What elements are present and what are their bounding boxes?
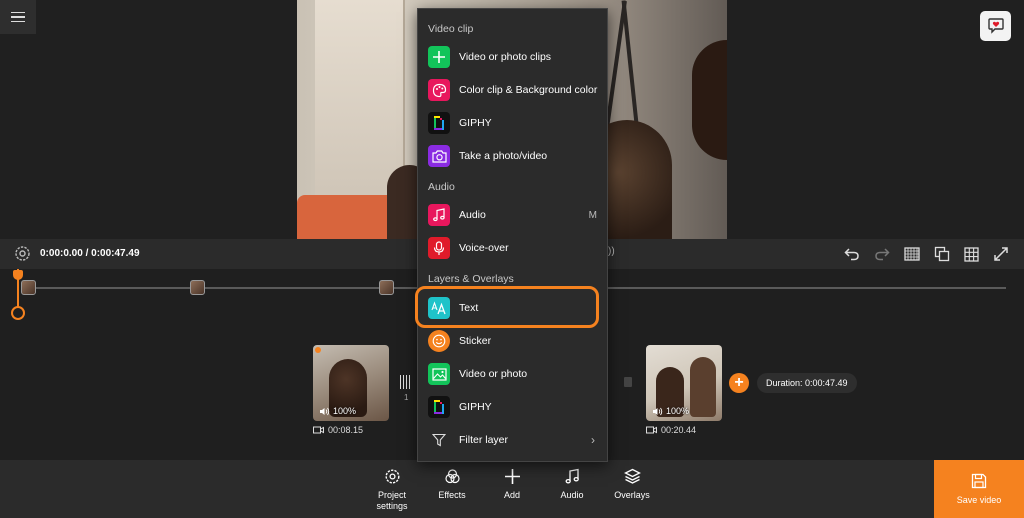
transition-number: 1 [404,393,409,402]
section-header-layers-overlays: Layers & Overlays [428,273,514,285]
menu-item-sticker[interactable]: Sticker [418,325,607,357]
menu-item-take-photo-video[interactable]: Take a photo/video [418,140,607,172]
add-button[interactable]: Add [484,468,540,501]
redo-button[interactable] [873,245,891,263]
bottom-toolbar: Project settings Effects Add Audio Overl… [0,460,1024,518]
fullscreen-button[interactable] [992,245,1010,263]
settings-icon[interactable] [14,245,31,262]
gear-icon [384,469,400,484]
effects-button[interactable]: Effects [424,468,480,501]
project-settings-button[interactable]: Project settings [364,468,420,512]
menu-item-giphy-overlay[interactable]: GIPHY [418,391,607,423]
video-camera-icon [313,426,324,434]
audio-button[interactable]: Audio [544,468,600,501]
speaker-icon [320,407,330,415]
checker-grid-icon [904,247,920,261]
floppy-disk-icon [971,473,987,489]
plus-icon [428,46,450,68]
plus-icon: + [734,374,744,391]
effects-icon [444,469,460,484]
giphy-icon [428,396,450,418]
overlays-button[interactable]: Overlays [604,468,660,501]
grid-button[interactable] [962,245,980,263]
playhead-knob[interactable] [11,306,25,320]
camera-icon [428,145,450,167]
chevron-right-icon: › [591,433,595,447]
volume-icon[interactable]: )) [608,246,615,257]
add-menu: Video clip Video or photo clips Color cl… [417,8,608,462]
shortcut-label: M [588,209,597,221]
undo-button[interactable] [843,245,861,263]
speaker-icon [653,407,663,415]
timeline-marker[interactable] [190,280,205,295]
add-clip-button[interactable]: + [729,373,749,393]
menu-item-color-clip[interactable]: Color clip & Background color [418,74,607,106]
menu-item-filter-layer[interactable]: Filter layer › [418,424,607,456]
heart-speech-icon [987,18,1004,34]
video-camera-icon [646,426,657,434]
clip-thumbnail[interactable]: 100% [313,345,389,421]
layers-icon [623,468,641,484]
redo-icon [875,248,890,261]
duration-badge: Duration: 0:00:47.49 [757,373,857,393]
time-display: 0:00:0.00 / 0:00:47.49 [40,248,140,259]
giphy-icon [428,112,450,134]
image-icon [428,363,450,385]
aspect-ratio-button[interactable] [903,245,921,263]
music-note-icon [428,204,450,226]
menu-item-voice-over[interactable]: Voice-over [418,232,607,264]
playhead-handle[interactable] [13,270,23,280]
section-header-video-clip: Video clip [428,23,474,35]
timeline-marker[interactable] [379,280,394,295]
microphone-icon [428,237,450,259]
palette-icon [428,79,450,101]
clip-volume[interactable]: 100% [319,406,356,416]
menu-item-video-or-photo-clips[interactable]: Video or photo clips [418,41,607,73]
copy-button[interactable] [933,245,951,263]
transition-button[interactable] [400,375,412,389]
feedback-button[interactable] [980,11,1011,41]
highlight-ring [415,286,599,328]
grid-icon [963,246,979,262]
expand-icon [994,247,1008,261]
plus-icon [504,469,520,484]
clip-thumbnail[interactable]: 100% [646,345,722,421]
save-video-button[interactable]: Save video [934,460,1024,518]
undo-icon [844,248,859,261]
music-note-icon [565,468,579,484]
smiley-icon [428,330,450,352]
filter-icon [428,429,450,451]
section-header-audio: Audio [428,181,455,193]
transition-button[interactable] [624,377,632,387]
menu-item-giphy[interactable]: GIPHY [418,107,607,139]
clip-duration: 00:20.44 [646,425,696,435]
menu-icon[interactable] [0,0,36,34]
menu-item-audio[interactable]: Audio M [418,199,607,231]
copy-icon [934,246,950,262]
timeline-marker[interactable] [21,280,36,295]
clip-duration: 00:08.15 [313,425,363,435]
menu-item-video-or-photo[interactable]: Video or photo [418,358,607,390]
clip-volume[interactable]: 100% [652,406,689,416]
